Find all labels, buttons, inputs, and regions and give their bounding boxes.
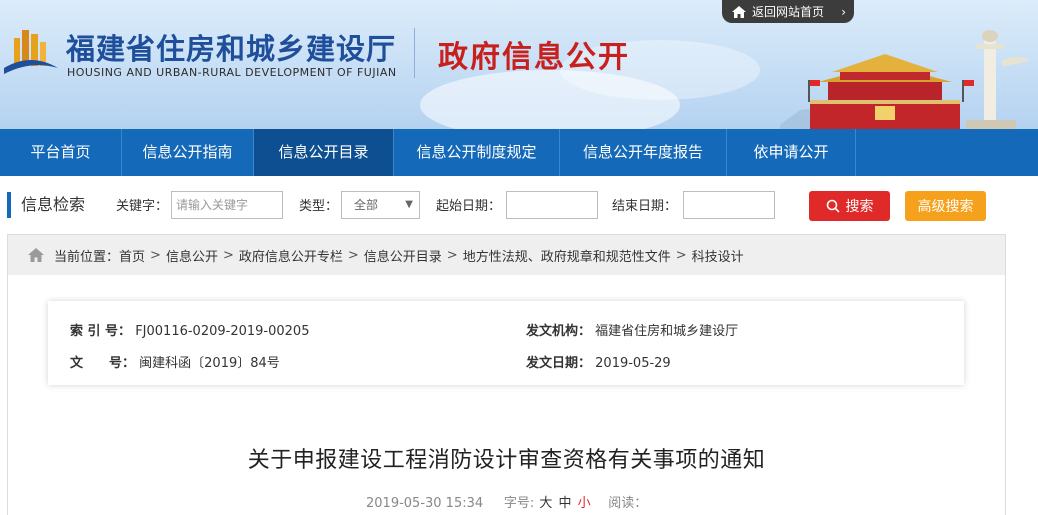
- search-icon: [826, 199, 840, 213]
- breadcrumb-separator: >: [446, 247, 458, 263]
- end-date-label: 结束日期：: [612, 199, 678, 214]
- meta-issuer: 发文机构： 福建省住房和城乡建设厅: [526, 320, 738, 339]
- breadcrumb-gov-column[interactable]: 政府信息公开专栏: [239, 246, 343, 265]
- nav-separator: [855, 129, 856, 176]
- search-heading: 信息检索: [7, 192, 85, 218]
- nav-item-catalog[interactable]: 信息公开目录: [254, 129, 393, 176]
- site-title-english: HOUSING AND URBAN-RURAL DEVELOPMENT OF F…: [67, 66, 397, 79]
- start-date-label: 起始日期：: [436, 199, 502, 214]
- site-title: 福建省住房和城乡建设厅: [66, 32, 397, 66]
- breadcrumb: 当前位置： 首页 > 信息公开 > 政府信息公开专栏 > 信息公开目录 > 地方…: [8, 235, 1005, 275]
- nav-item-annual-report[interactable]: 信息公开年度报告: [560, 129, 726, 176]
- type-label: 类型：: [299, 199, 339, 214]
- logo-icon: [4, 30, 58, 74]
- type-select-value: 全部: [354, 198, 379, 212]
- section-title: 政府信息公开: [438, 40, 630, 75]
- article-published: 2019-05-30 15:34: [366, 496, 484, 511]
- nav-item-platform-home[interactable]: 平台首页: [0, 129, 121, 176]
- end-date-input[interactable]: [683, 191, 775, 219]
- font-size-small[interactable]: 小: [578, 496, 591, 511]
- meta-date-label: 发文日期：: [526, 356, 592, 371]
- home-icon: [28, 248, 44, 262]
- search-bar: 信息检索 关键字： 请输入关键字 类型： 全部 ▼ 起始日期： 结束日期： 搜索…: [0, 176, 1038, 234]
- search-button[interactable]: 搜索: [809, 191, 890, 221]
- breadcrumb-tech-design[interactable]: 科技设计: [692, 246, 744, 265]
- keyword-input[interactable]: 请输入关键字: [171, 191, 283, 219]
- meta-index: 索 引 号： FJ00116-0209-2019-00205: [70, 320, 309, 339]
- meta-doc-number-label: 文 号：: [70, 356, 136, 371]
- tiananmen-illustration: [780, 30, 1030, 129]
- breadcrumb-info-public[interactable]: 信息公开: [166, 246, 218, 265]
- meta-date: 发文日期： 2019-05-29: [526, 352, 671, 371]
- nav-item-apply[interactable]: 依申请公开: [727, 129, 855, 176]
- meta-date-value: 2019-05-29: [595, 356, 671, 371]
- meta-issuer-value: 福建省住房和城乡建设厅: [595, 324, 739, 339]
- breadcrumb-separator: >: [675, 247, 687, 263]
- meta-issuer-label: 发文机构：: [526, 324, 592, 339]
- search-button-label: 搜索: [845, 199, 874, 215]
- nav-item-guide[interactable]: 信息公开指南: [122, 129, 253, 176]
- caret-down-icon: ▼: [405, 199, 413, 210]
- meta-doc-number: 文 号： 闽建科函〔2019〕84号: [70, 352, 280, 371]
- document-meta: 索 引 号： FJ00116-0209-2019-00205 发文机构： 福建省…: [48, 301, 964, 385]
- main-nav: 平台首页 信息公开指南 信息公开目录 信息公开制度规定 信息公开年度报告 依申请…: [0, 129, 1038, 176]
- breadcrumb-separator: >: [222, 247, 234, 263]
- font-size-large[interactable]: 大: [539, 496, 552, 511]
- meta-index-label: 索 引 号：: [70, 324, 132, 339]
- chevron-right-icon: ›: [841, 4, 846, 19]
- meta-doc-number-value: 闽建科函〔2019〕84号: [139, 356, 280, 371]
- type-select[interactable]: 全部 ▼: [341, 191, 420, 219]
- views-label: 阅读：: [608, 496, 648, 511]
- breadcrumb-regulations[interactable]: 地方性法规、政府规章和规范性文件: [463, 246, 671, 265]
- breadcrumb-home[interactable]: 首页: [119, 246, 145, 265]
- font-size-medium[interactable]: 中: [559, 496, 572, 511]
- content-panel: 当前位置： 首页 > 信息公开 > 政府信息公开专栏 > 信息公开目录 > 地方…: [7, 234, 1006, 515]
- meta-index-value: FJ00116-0209-2019-00205: [135, 324, 310, 339]
- article-info: 2019-05-30 15:34 字号: 大 中 小 阅读：: [366, 492, 647, 511]
- title-divider: [414, 28, 415, 78]
- breadcrumb-prefix: 当前位置：: [54, 249, 120, 265]
- article-title: 关于申报建设工程消防设计审查资格有关事项的通知: [247, 448, 766, 473]
- return-home-button[interactable]: 返回网站首页 ›: [722, 0, 854, 23]
- breadcrumb-catalog[interactable]: 信息公开目录: [364, 246, 442, 265]
- site-header: 福建省住房和城乡建设厅 HOUSING AND URBAN-RURAL DEVE…: [0, 0, 1038, 129]
- advanced-search-button[interactable]: 高级搜索: [905, 191, 986, 221]
- home-icon: [732, 5, 746, 18]
- nav-item-regulations[interactable]: 信息公开制度规定: [394, 129, 559, 176]
- return-home-label: 返回网站首页: [752, 5, 825, 19]
- breadcrumb-separator: >: [347, 247, 359, 263]
- keyword-label: 关键字：: [116, 199, 169, 214]
- font-size-label: 字号:: [503, 496, 535, 511]
- start-date-input[interactable]: [506, 191, 598, 219]
- breadcrumb-separator: >: [150, 247, 161, 263]
